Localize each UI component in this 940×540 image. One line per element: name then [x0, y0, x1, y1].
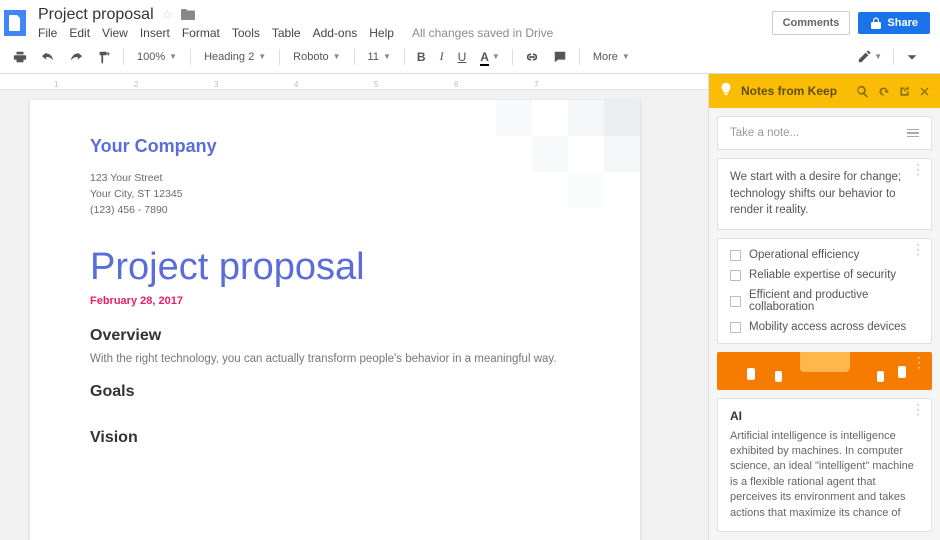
keep-header: Notes from Keep: [709, 74, 940, 108]
ruler[interactable]: 1 2 3 4 5 6 7: [0, 74, 708, 90]
italic-button[interactable]: I: [435, 46, 449, 67]
paragraph-style-dropdown[interactable]: Heading 2▼: [198, 49, 272, 65]
editor-canvas[interactable]: Your Company 123 Your Street Your City, …: [0, 90, 708, 540]
bold-button[interactable]: B: [412, 47, 431, 67]
keep-open-icon[interactable]: [898, 85, 911, 98]
note-menu-icon[interactable]: ⋮: [911, 407, 925, 413]
menu-bar: File Edit View Insert Format Tools Table…: [38, 26, 772, 40]
note-menu-icon[interactable]: ⋮: [912, 360, 926, 366]
checkbox-icon[interactable]: [730, 250, 741, 261]
heading-goals[interactable]: Goals: [90, 383, 580, 401]
menu-addons[interactable]: Add-ons: [313, 26, 358, 40]
keep-note-checklist[interactable]: ⋮ Operational efficiency Reliable expert…: [717, 238, 932, 344]
menu-format[interactable]: Format: [182, 26, 220, 40]
take-note-placeholder: Take a note...: [730, 127, 799, 139]
menu-file[interactable]: File: [38, 26, 57, 40]
insert-comment-icon[interactable]: [548, 47, 572, 67]
checklist-item[interactable]: Reliable expertise of security: [730, 269, 919, 281]
more-dropdown[interactable]: More▼: [587, 49, 636, 65]
checklist-item[interactable]: Operational efficiency: [730, 249, 919, 261]
checkbox-icon[interactable]: [730, 322, 741, 333]
menu-insert[interactable]: Insert: [140, 26, 170, 40]
expand-icon[interactable]: [900, 47, 924, 67]
heading-overview[interactable]: Overview: [90, 327, 580, 345]
zoom-dropdown[interactable]: 100%▼: [131, 49, 183, 65]
keep-bulb-icon: [719, 82, 733, 101]
keep-refresh-icon[interactable]: [877, 85, 890, 98]
redo-icon[interactable]: [64, 47, 88, 67]
menu-table[interactable]: Table: [272, 26, 301, 40]
keep-close-icon[interactable]: [919, 86, 930, 97]
document-date[interactable]: February 28, 2017: [90, 295, 580, 307]
paragraph-overview[interactable]: With the right technology, you can actua…: [90, 351, 580, 368]
font-family-dropdown[interactable]: Roboto▼: [287, 49, 346, 65]
menu-help[interactable]: Help: [369, 26, 394, 40]
folder-icon[interactable]: [181, 8, 195, 23]
decorative-corner: [500, 100, 640, 220]
save-status: All changes saved in Drive: [412, 26, 553, 40]
insert-link-icon[interactable]: [520, 47, 544, 67]
font-size-dropdown[interactable]: 11▼: [362, 49, 397, 65]
ai-note-title: AI: [730, 409, 919, 423]
checkbox-icon[interactable]: [730, 296, 741, 307]
keep-title: Notes from Keep: [741, 84, 848, 98]
heading-vision[interactable]: Vision: [90, 429, 580, 447]
new-list-icon[interactable]: [907, 129, 919, 138]
menu-tools[interactable]: Tools: [232, 26, 260, 40]
document-page[interactable]: Your Company 123 Your Street Your City, …: [30, 100, 640, 540]
keep-note-text[interactable]: ⋮ We start with a desire for change; tec…: [717, 158, 932, 230]
checklist-item[interactable]: Mobility access across devices: [730, 321, 919, 333]
checklist-item[interactable]: Efficient and productive collaboration: [730, 289, 919, 313]
menu-view[interactable]: View: [102, 26, 128, 40]
editing-mode-icon[interactable]: ▼: [852, 47, 887, 67]
checkbox-icon[interactable]: [730, 270, 741, 281]
docs-logo-icon[interactable]: [4, 10, 26, 36]
keep-search-icon[interactable]: [856, 85, 869, 98]
menu-edit[interactable]: Edit: [69, 26, 90, 40]
comments-button[interactable]: Comments: [772, 11, 851, 35]
keep-sidebar: Notes from Keep Take a note... ⋮ We star…: [708, 74, 940, 540]
undo-icon[interactable]: [36, 47, 60, 67]
share-label: Share: [887, 17, 918, 29]
lock-icon: [870, 17, 882, 29]
share-button[interactable]: Share: [858, 12, 930, 34]
document-heading-title[interactable]: Project proposal: [90, 246, 580, 289]
keep-note-image[interactable]: ⋮: [717, 352, 932, 390]
text-color-button[interactable]: A▼: [475, 47, 505, 67]
keep-note-ai[interactable]: ⋮ AI Artificial intelligence is intellig…: [717, 398, 932, 532]
note-menu-icon[interactable]: ⋮: [911, 247, 925, 253]
star-icon[interactable]: ☆: [162, 7, 174, 23]
document-title[interactable]: Project proposal: [38, 6, 154, 24]
print-icon[interactable]: [8, 47, 32, 67]
ai-note-body: Artificial intelligence is intelligence …: [730, 429, 919, 521]
paint-format-icon[interactable]: [92, 47, 116, 67]
underline-button[interactable]: U: [453, 47, 472, 67]
keep-take-note[interactable]: Take a note...: [717, 116, 932, 150]
note-menu-icon[interactable]: ⋮: [911, 167, 925, 173]
toolbar: 100%▼ Heading 2▼ Roboto▼ 11▼ B I U A▼ Mo…: [0, 40, 940, 74]
